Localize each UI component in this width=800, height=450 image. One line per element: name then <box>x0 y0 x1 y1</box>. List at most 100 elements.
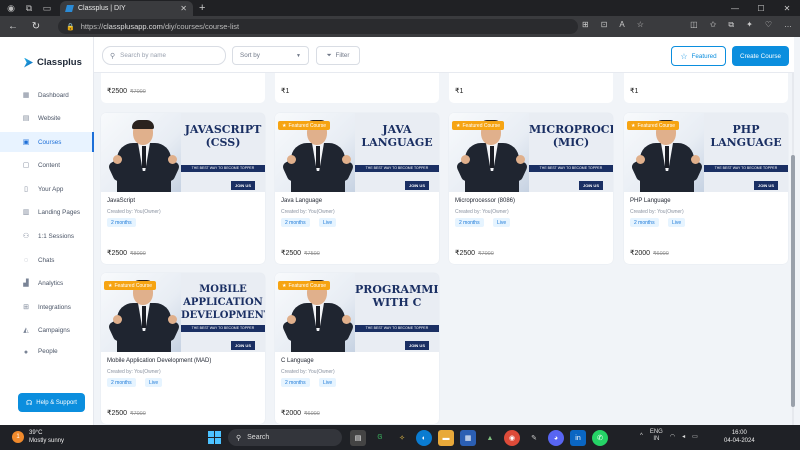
course-card-partial[interactable]: ₹1 <box>624 73 788 103</box>
browser-tab[interactable]: Classplus | DIY ✕ <box>60 1 193 16</box>
sidebar-item-dashboard[interactable]: ▦ Dashboard <box>0 85 94 105</box>
new-tab-icon[interactable]: + <box>199 2 205 14</box>
sidebar-item-landing-pages[interactable]: ▥ Landing Pages <box>0 202 94 222</box>
taskbar-apps: ▤ Ꮆ ✧ ◐ ▬ ▦ ▲ ◉ ✎ ◕ in ✆ <box>350 430 608 446</box>
scrollbar-thumb[interactable] <box>791 155 795 407</box>
course-creator: Created by: You(Owner) <box>107 209 161 215</box>
battery-icon[interactable]: ▭ <box>692 433 698 440</box>
minimize-icon[interactable]: — <box>722 0 748 16</box>
maximize-icon[interactable]: ☐ <box>748 0 774 16</box>
course-price: ₹2500 <box>281 250 302 257</box>
task-view-icon[interactable]: ▤ <box>350 430 366 446</box>
sidebar-item-chats[interactable]: ◌ Chats <box>0 250 94 270</box>
dashboard-icon: ▦ <box>22 92 30 99</box>
volume-icon[interactable]: ◂ <box>682 433 685 440</box>
sidebar-item-content[interactable]: ▢ Content <box>0 155 94 175</box>
start-button[interactable] <box>208 431 221 444</box>
geeksforgeeks-icon[interactable]: Ꮆ <box>372 430 388 446</box>
read-aloud-icon[interactable]: A <box>619 20 624 29</box>
weather-temp: 39°C <box>29 430 43 436</box>
sidebar-item-website[interactable]: ▤ Website <box>0 108 94 128</box>
sort-dropdown[interactable]: Sort by ▼ <box>232 46 309 65</box>
duration-chip: 2 months <box>281 378 310 387</box>
lock-icon[interactable]: 🔒 <box>66 23 75 31</box>
course-card[interactable]: MOBILE APPLICATION DEVELOPMENT THE BEST … <box>101 273 265 424</box>
profile-icon[interactable]: ◉ <box>4 1 18 15</box>
course-old-price: ₹7000 <box>130 411 146 417</box>
pen-app-icon[interactable]: ✎ <box>526 430 542 446</box>
more-icon[interactable]: … <box>784 20 792 30</box>
course-price: ₹2500 <box>107 250 128 257</box>
close-tab-icon[interactable]: ✕ <box>180 4 187 13</box>
linkedin-icon[interactable]: in <box>570 430 586 446</box>
store-icon[interactable]: ▦ <box>460 430 476 446</box>
wifi-icon[interactable]: ◠ <box>670 433 675 440</box>
edge-icon[interactable]: ◐ <box>416 430 432 446</box>
favorites-icon[interactable]: ✩ <box>710 20 717 30</box>
live-chip: Live <box>493 218 511 227</box>
browser-essentials-icon[interactable]: ♡ <box>765 20 772 30</box>
banner-title: PHP LANGUAGE <box>710 123 782 149</box>
help-label: Help & Support <box>36 399 77 406</box>
course-card-partial[interactable]: ₹2500 ₹7000 <box>101 73 265 103</box>
whatsapp-icon[interactable]: ✆ <box>592 430 608 446</box>
sidebar-item-people[interactable]: ● People <box>0 343 94 355</box>
sidebar-item-campaigns[interactable]: ◭ Campaigns <box>0 320 94 340</box>
course-card-partial[interactable]: ₹1 <box>275 73 439 103</box>
file-explorer-icon[interactable]: ▬ <box>438 430 454 446</box>
tab-actions-icon[interactable]: ▭ <box>40 1 54 15</box>
sort-label: Sort by <box>240 52 260 59</box>
classplus-logo[interactable]: Classplus <box>24 57 82 68</box>
featured-course-badge: ★ Featured Course <box>278 281 331 290</box>
lang-code: ENG <box>649 429 663 435</box>
chrome-icon[interactable]: ◉ <box>504 430 520 446</box>
close-window-icon[interactable]: ✕ <box>774 0 800 16</box>
weather-widget[interactable]: 1 39°C Mostly sunny <box>12 429 64 445</box>
filter-button[interactable]: ⏷ Filter <box>316 46 360 65</box>
search-input[interactable]: ⚲ Search by name <box>102 46 226 65</box>
sidebar-item-analytics[interactable]: ▟ Analytics <box>0 273 94 293</box>
featured-button[interactable]: ☆ Featured <box>671 46 726 66</box>
sidebar-item-label: Integrations <box>38 303 71 311</box>
weather-badge: 1 <box>16 434 20 440</box>
live-chip: Live <box>145 378 163 387</box>
address-bar-row: ← ↻ 🔒 https://classplusapp.com/diy/cours… <box>0 16 800 37</box>
split-screen-icon[interactable]: ◫ <box>690 20 698 30</box>
chevron-down-icon: ▼ <box>296 52 301 59</box>
taskbar-search[interactable]: ⚲ Search <box>228 429 342 446</box>
mountain-app-icon[interactable]: ▲ <box>482 430 498 446</box>
businessman-image-icon <box>281 280 355 352</box>
course-card[interactable]: PROGRAMMING WITH C THE BEST WAY TO BECOM… <box>275 273 439 424</box>
course-card[interactable]: MICROPROCESSOR (MIC) THE BEST WAY TO BEC… <box>449 113 613 264</box>
course-card-partial[interactable]: ₹1 <box>449 73 613 103</box>
website-icon: ▤ <box>22 115 30 122</box>
sidebar-item-sessions[interactable]: ⚇ 1:1 Sessions <box>0 226 94 246</box>
extension-icon[interactable]: ✦ <box>746 20 753 30</box>
collections-icon[interactable]: ⧉ <box>728 20 734 30</box>
time: 16:00 <box>731 430 747 436</box>
course-card[interactable]: PHP LANGUAGE THE BEST WAY TO BECOME TOPP… <box>624 113 788 264</box>
fruit-app-icon[interactable]: ✧ <box>394 430 410 446</box>
course-price-block: ₹2500 ₹8000 <box>107 249 146 257</box>
language-indicator[interactable]: ENG IN <box>650 429 663 443</box>
url-field[interactable]: 🔒 https://classplusapp.com/diy/courses/c… <box>58 19 578 34</box>
sidebar-item-integrations[interactable]: ⊞ Integrations <box>0 297 94 317</box>
app-available-icon[interactable]: ⊞ <box>582 20 589 29</box>
workspaces-icon[interactable]: ⧉ <box>22 1 36 15</box>
course-card[interactable]: JAVA LANGUAGE THE BEST WAY TO BECOME TOP… <box>275 113 439 264</box>
duration-chip: 2 months <box>630 218 659 227</box>
translate-icon[interactable]: ⊡ <box>601 20 608 29</box>
help-support-button[interactable]: ☊ Help & Support <box>18 393 85 412</box>
sidebar-item-label: Landing Pages <box>38 208 81 216</box>
tray-chevron-icon[interactable]: ^ <box>640 433 643 439</box>
featured-badge-label: Featured Course <box>462 122 501 129</box>
clock[interactable]: 16:00 04-04-2024 <box>724 429 755 445</box>
back-icon[interactable]: ← <box>3 21 23 32</box>
refresh-icon[interactable]: ↻ <box>26 21 46 32</box>
sidebar-item-your-app[interactable]: ▯ Your App <box>0 179 94 199</box>
favorite-star-icon[interactable]: ☆ <box>637 20 644 29</box>
discord-icon[interactable]: ◕ <box>548 430 564 446</box>
sidebar-item-courses[interactable]: ▣ Courses <box>0 132 94 152</box>
create-course-button[interactable]: Create Course <box>732 46 789 66</box>
course-card[interactable]: JAVASCRIPT (CSS) THE BEST WAY TO BECOME … <box>101 113 265 264</box>
